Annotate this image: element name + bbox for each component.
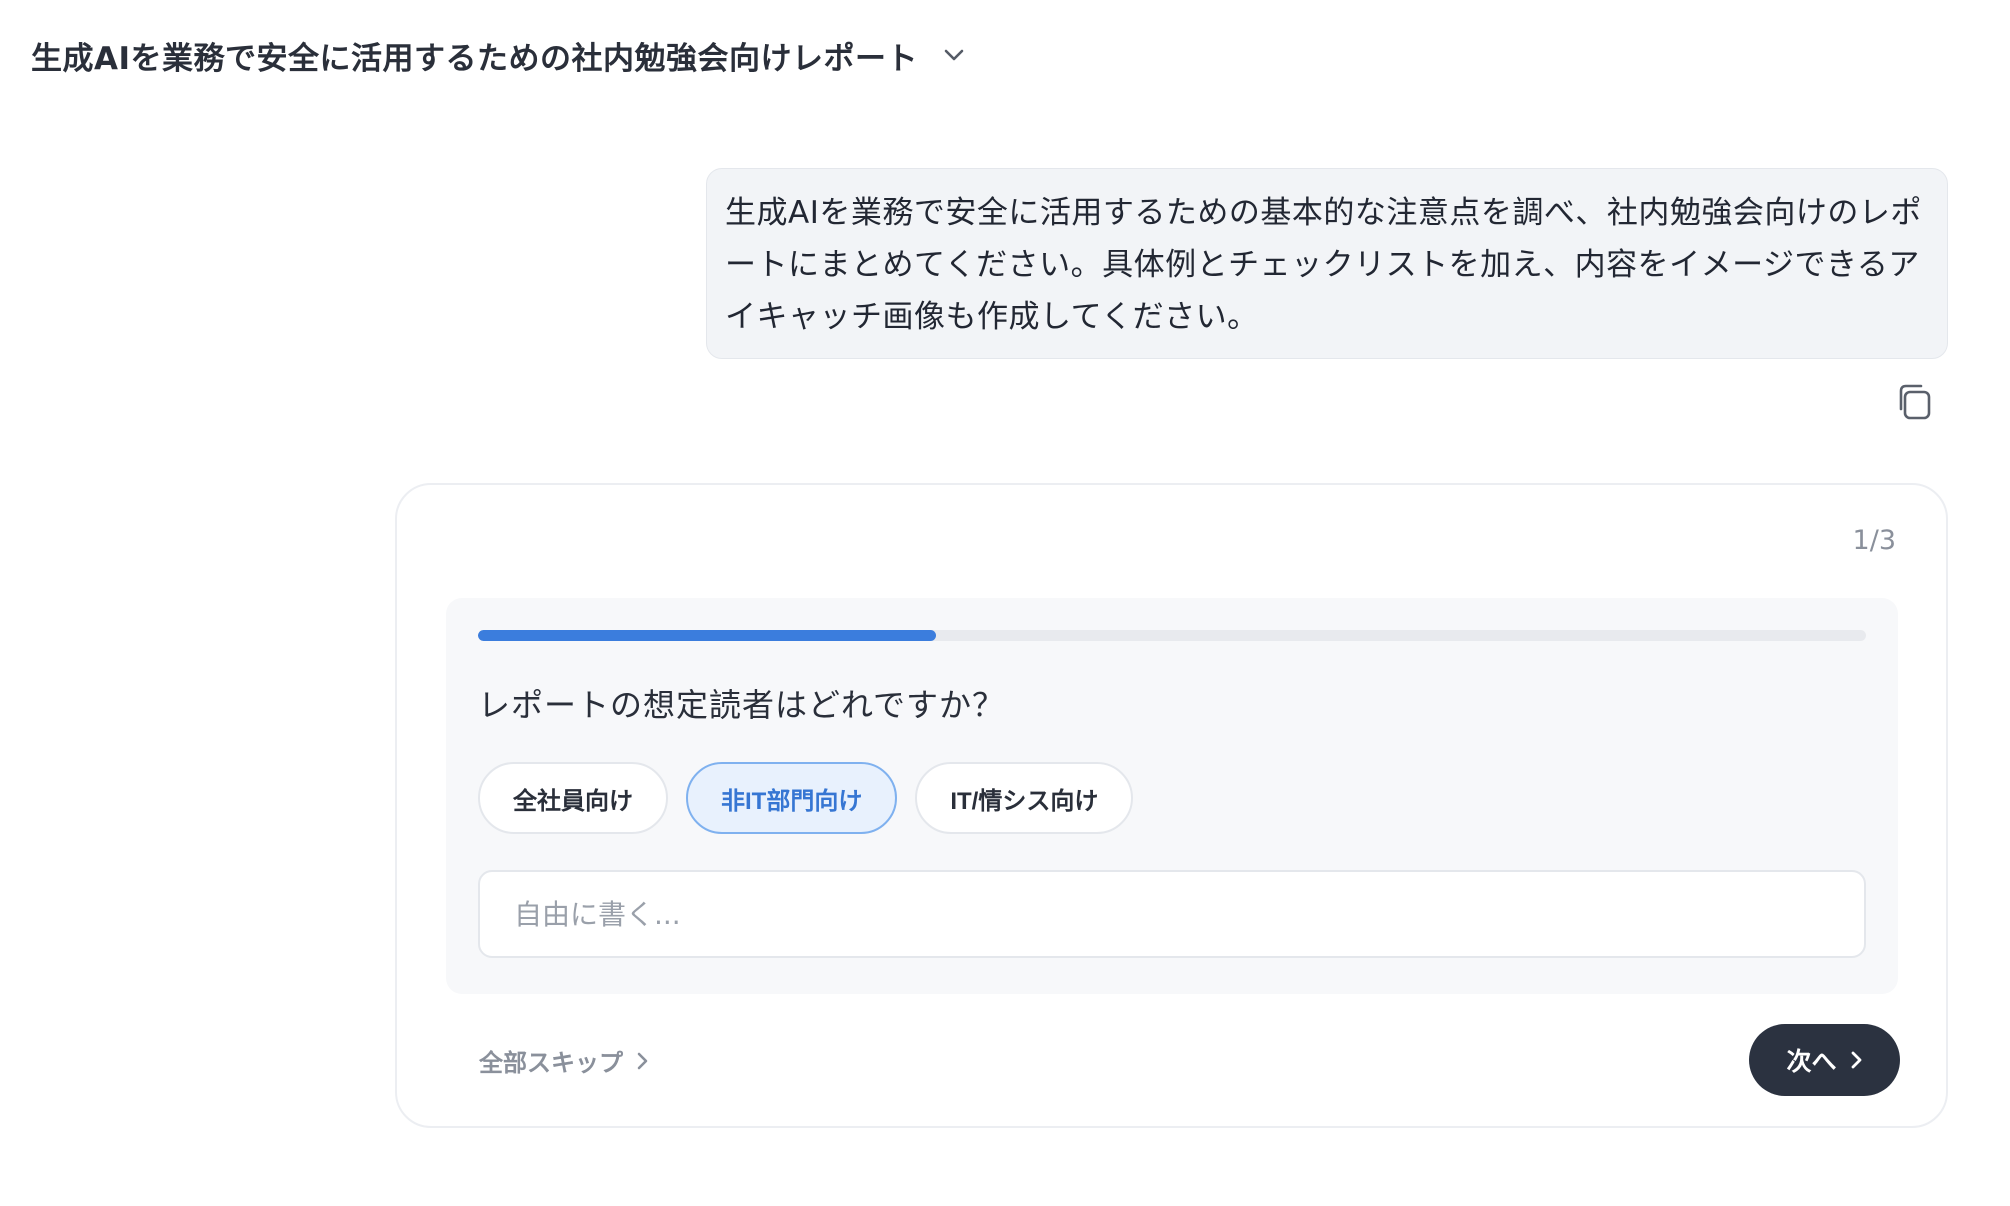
option-it-department[interactable]: IT/情シス向け bbox=[915, 762, 1134, 834]
option-all-employees[interactable]: 全社員向け bbox=[478, 762, 668, 834]
conversation-title: 生成AIを業務で安全に活用するための社内勉強会向けレポート bbox=[31, 40, 919, 77]
next-button-label: 次へ bbox=[1786, 1047, 1837, 1076]
next-button[interactable]: 次へ bbox=[1749, 1024, 1900, 1096]
answer-options: 全社員向け 非IT部門向け IT/情シス向け bbox=[478, 762, 1134, 834]
chat-page: 生成AIを業務で安全に活用するための社内勉強会向けレポート 生成AIを業務で安全… bbox=[0, 0, 2010, 1206]
progress-bar bbox=[478, 630, 1866, 641]
question-panel: レポートの想定読者はどれですか？ 全社員向け 非IT部門向け IT/情シス向け bbox=[446, 598, 1898, 994]
user-message-text: 生成AIを業務で安全に活用するための基本的な注意点を調べ、社内勉強会向けのレポー… bbox=[725, 195, 1922, 335]
chevron-down-icon[interactable] bbox=[940, 41, 968, 69]
step-counter: 1/3 bbox=[1852, 525, 1896, 556]
question-card: 1/3 レポートの想定読者はどれですか？ 全社員向け 非IT部門向け IT/情シ… bbox=[395, 483, 1948, 1128]
skip-all-label: 全部スキップ bbox=[479, 1049, 623, 1077]
chevron-right-icon bbox=[1851, 1051, 1861, 1069]
user-message-bubble: 生成AIを業務で安全に活用するための基本的な注意点を調べ、社内勉強会向けのレポー… bbox=[706, 168, 1948, 359]
skip-all-button[interactable]: 全部スキップ bbox=[479, 1043, 649, 1078]
question-text: レポートの想定読者はどれですか？ bbox=[478, 686, 1006, 724]
option-non-it-departments[interactable]: 非IT部門向け bbox=[686, 762, 898, 834]
progress-bar-fill bbox=[478, 630, 937, 641]
copy-icon[interactable] bbox=[1894, 380, 1934, 424]
conversation-header: 生成AIを業務で安全に活用するための社内勉強会向けレポート bbox=[31, 30, 968, 80]
free-text-input[interactable] bbox=[478, 870, 1866, 958]
chevron-right-icon bbox=[637, 1052, 648, 1069]
